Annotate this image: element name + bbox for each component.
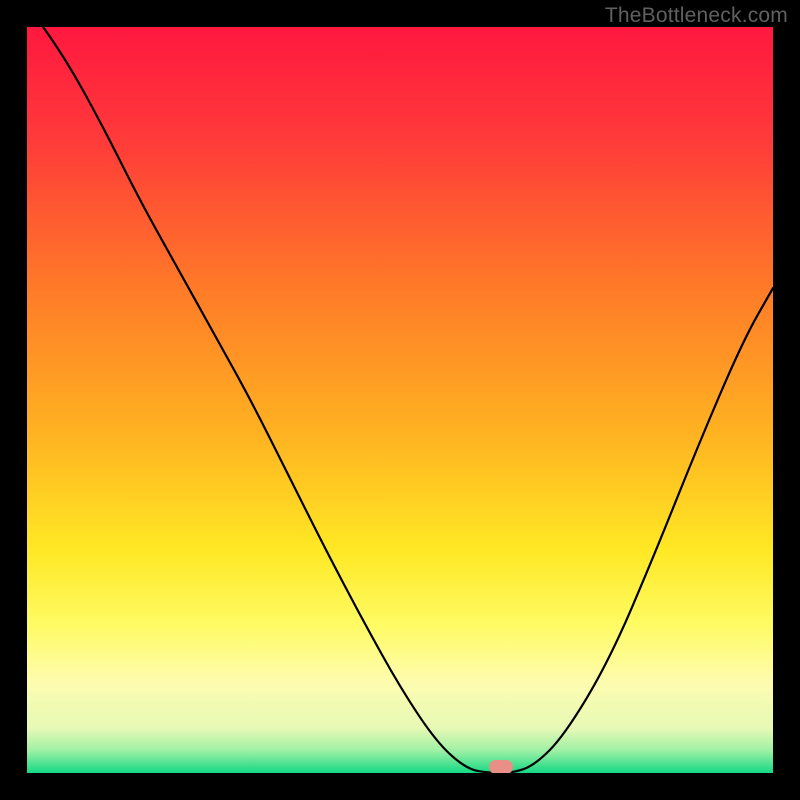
plot-area bbox=[27, 27, 773, 773]
bottleneck-curve bbox=[27, 27, 773, 773]
curve-path bbox=[27, 27, 773, 773]
chart-frame: TheBottleneck.com bbox=[0, 0, 800, 800]
optimal-point-marker bbox=[489, 760, 513, 773]
attribution-watermark: TheBottleneck.com bbox=[605, 4, 788, 28]
